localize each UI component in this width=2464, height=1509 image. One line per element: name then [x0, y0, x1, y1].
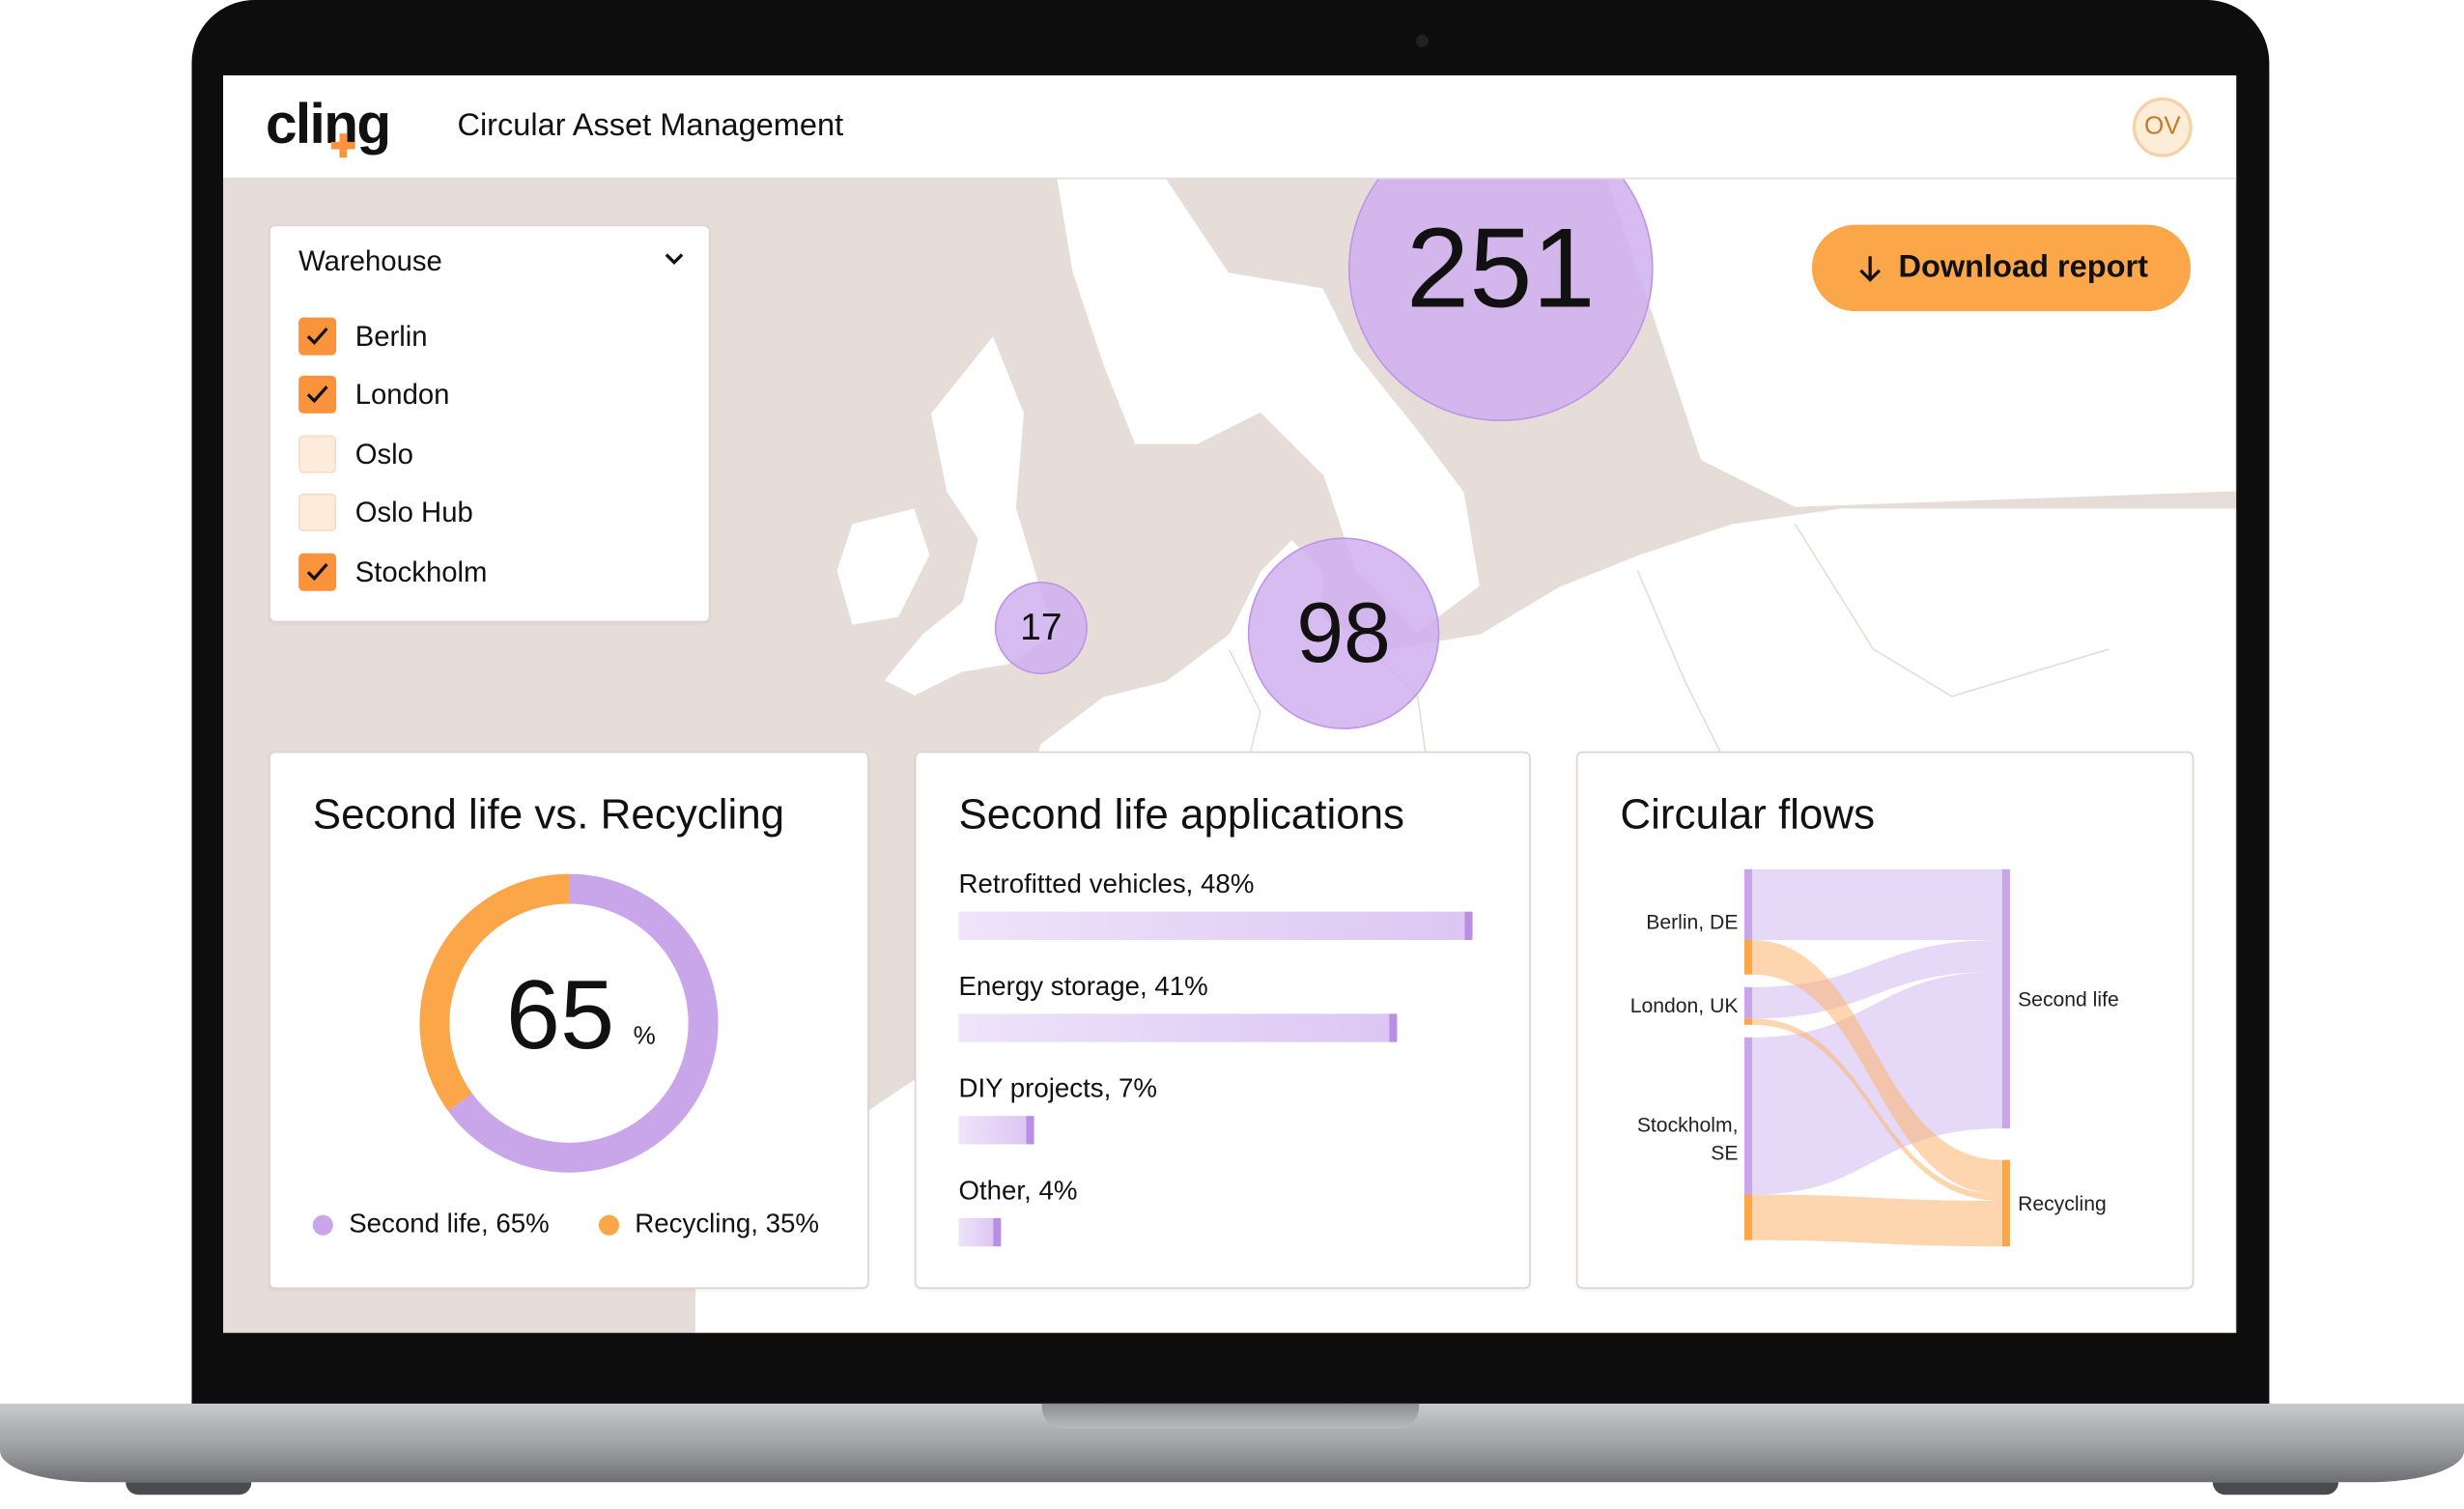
check-icon: [306, 563, 328, 582]
bar-retrofitted-vehicles: [958, 911, 1473, 940]
sankey-source-segment: [1743, 868, 1753, 940]
sankey-target-label: Recycling: [2018, 1190, 2107, 1214]
legend-dot: [312, 1213, 333, 1236]
option-label: Berlin: [354, 320, 428, 352]
app-screen: cling ✚ Circular Asset Management OV Ware…: [223, 75, 2237, 1333]
laptop-foot: [126, 1482, 252, 1495]
legend-second-life: Second life, 65%: [312, 1209, 550, 1240]
download-label: Download report: [1898, 249, 2149, 285]
sankey-source-segment: [1743, 1037, 1753, 1195]
app-title: Circular Asset Management: [457, 108, 844, 144]
checkbox-unchecked[interactable]: [298, 435, 337, 473]
bar-label: Other, 4%: [958, 1175, 1078, 1206]
bar-label: DIY projects, 7%: [958, 1073, 1157, 1104]
legend-label: Recycling, 35%: [635, 1209, 819, 1239]
plus-icon: ✚: [329, 130, 356, 165]
logo[interactable]: cling ✚: [266, 91, 391, 164]
option-label: Oslo Hub: [354, 496, 473, 527]
sankey-target-node: [2001, 1159, 2010, 1247]
sankey-source-segment: [1743, 1018, 1753, 1025]
app-header: cling ✚ Circular Asset Management OV: [223, 75, 2237, 180]
option-label: Stockholm: [354, 555, 488, 587]
camera: [1415, 34, 1429, 47]
bar-diy-projects: [958, 1116, 1034, 1145]
card-title: Second life vs. Recycling: [312, 790, 785, 839]
bar-label: Energy storage, 41%: [958, 971, 1208, 1002]
option-label: London: [354, 378, 450, 410]
donut-center-value: 65: [505, 961, 615, 1070]
check-icon: [306, 385, 328, 404]
arrow-down-icon: [1859, 255, 1882, 282]
warehouse-filter: Warehouse Berlin London Oslo Oslo Hub St…: [269, 224, 711, 623]
laptop-notch: [1041, 1403, 1420, 1429]
sankey-link: [1752, 1194, 2002, 1247]
sankey-source-label: Stockholm, SE: [1636, 1112, 1739, 1164]
download-report-button[interactable]: Download report: [1811, 224, 2192, 312]
circular-flows-card: Circular flows Second life Recycling Berli…: [1575, 751, 2195, 1290]
legend-recycling: Recycling, 35%: [598, 1209, 819, 1240]
legend-dot: [598, 1213, 620, 1236]
filter-option-stockholm[interactable]: Stockholm: [298, 552, 487, 592]
laptop-foot: [2212, 1482, 2338, 1495]
sankey-source-label: London, UK: [1629, 993, 1739, 1017]
bar-energy-storage: [958, 1013, 1398, 1042]
checkbox-unchecked[interactable]: [298, 493, 337, 531]
filter-option-oslo-hub[interactable]: Oslo Hub: [298, 492, 473, 532]
sankey-source-label: Berlin, DE: [1646, 909, 1739, 933]
bar-label: Retrofitted vehicles, 48%: [958, 868, 1255, 899]
sankey-target-node: [2001, 868, 2010, 1129]
land-ireland: [835, 506, 932, 627]
checkbox-checked[interactable]: [298, 317, 337, 356]
sankey-source-segment: [1743, 986, 1753, 1019]
card-title: Second life applications: [958, 790, 1405, 839]
sankey-source-segment: [1743, 1194, 1753, 1240]
checkbox-checked[interactable]: [298, 375, 337, 413]
map-bubble-berlin[interactable]: 98: [1247, 537, 1440, 729]
donut-center-unit: %: [633, 1023, 656, 1050]
legend-label: Second life, 65%: [349, 1209, 550, 1239]
avatar[interactable]: OV: [2132, 97, 2193, 157]
sankey-target-label: Second life: [2018, 985, 2119, 1011]
sankey-source-segment: [1743, 939, 1753, 975]
check-icon: [306, 327, 328, 346]
sankey-link: [1752, 868, 2002, 940]
second-life-vs-recycling-card: Second life vs. Recycling 65 % Second li…: [269, 751, 869, 1290]
map-bubble-london[interactable]: 17: [994, 581, 1088, 674]
filter-option-oslo[interactable]: Oslo: [298, 434, 413, 474]
second-life-applications-card: Second life applications Retrofitted veh…: [914, 751, 1531, 1290]
filter-option-berlin[interactable]: Berlin: [298, 316, 428, 356]
option-label: Oslo: [354, 438, 413, 470]
filter-label: Warehouse: [298, 244, 442, 277]
chevron-down-icon[interactable]: [664, 248, 686, 270]
checkbox-checked[interactable]: [298, 553, 337, 591]
bar-other: [958, 1217, 1002, 1247]
filter-option-london[interactable]: London: [298, 374, 449, 414]
